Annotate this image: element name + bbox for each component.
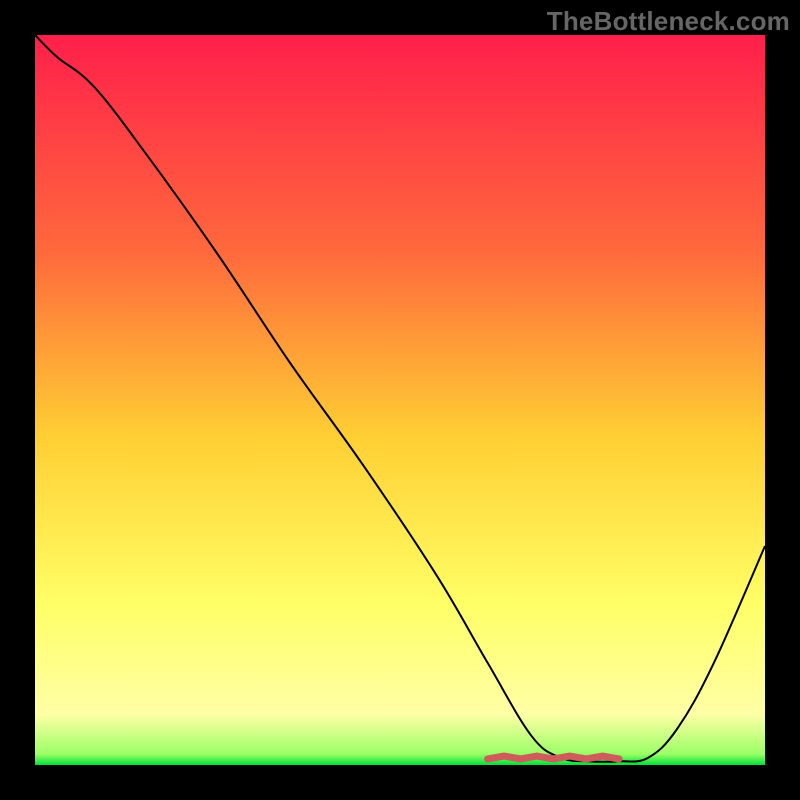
plot-area bbox=[35, 35, 765, 765]
chart-frame: TheBottleneck.com bbox=[0, 0, 800, 800]
chart-background bbox=[35, 35, 765, 765]
watermark-label: TheBottleneck.com bbox=[547, 6, 790, 37]
trough-marker bbox=[488, 756, 619, 759]
chart-svg bbox=[35, 35, 765, 765]
